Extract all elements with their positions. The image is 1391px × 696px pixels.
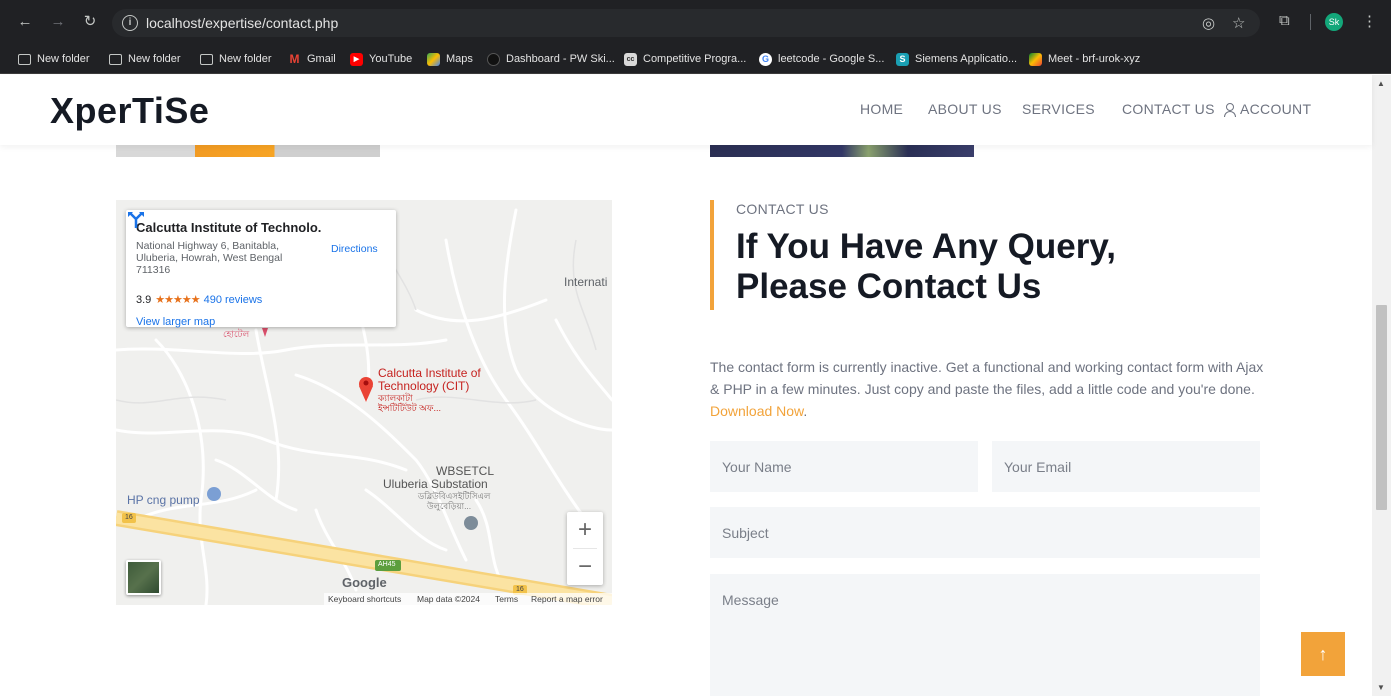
back-to-top-button[interactable]: ↑ xyxy=(1301,632,1345,676)
scroll-thumb[interactable] xyxy=(1376,305,1387,510)
road-badge-16b: 16 xyxy=(516,586,524,593)
section-heading: If You Have Any Query, Please Contact Us xyxy=(736,227,1116,306)
bookmark-youtube[interactable]: ▶ YouTube xyxy=(350,51,412,67)
bookmark-leetcode[interactable]: Gleetcode - Google S... xyxy=(759,51,884,67)
map-label-hotel: হোটেল xyxy=(223,329,250,339)
back-icon[interactable]: ← xyxy=(16,13,34,31)
name-input[interactable] xyxy=(710,441,978,492)
nav-home[interactable]: HOME xyxy=(860,101,903,117)
map-label-international: Internati xyxy=(564,275,608,289)
bookmark-pw-skills[interactable]: Dashboard - PW Ski... xyxy=(487,51,615,67)
satellite-toggle[interactable] xyxy=(126,560,161,595)
download-now-link[interactable]: Download Now xyxy=(710,403,803,419)
form-description: The contact form is currently inactive. … xyxy=(710,359,1264,419)
menu-dots-icon[interactable]: ⋮ xyxy=(1362,12,1377,30)
bookmarks-bar: New folder New folder New folder M Gmail … xyxy=(0,44,1391,74)
place-title: Calcutta Institute of Technolo... xyxy=(136,220,321,235)
pw-icon xyxy=(487,52,500,66)
pin-label: Calcutta Institute of Technology (CIT) xyxy=(378,366,481,393)
siemens-icon: S xyxy=(896,52,909,66)
page-scrollbar[interactable]: ▲ ▼ xyxy=(1372,75,1391,696)
bookmark-gmail[interactable]: M Gmail xyxy=(288,51,336,67)
reload-icon[interactable]: ↻ xyxy=(81,13,99,31)
toolbar-divider xyxy=(1310,14,1311,30)
message-textarea[interactable] xyxy=(710,574,1260,696)
youtube-icon: ▶ xyxy=(350,52,363,66)
bookmark-folder-2[interactable]: New folder xyxy=(109,51,181,67)
map-label-wbsetcl: WBSETCL xyxy=(436,464,495,478)
site-info-icon[interactable]: i xyxy=(122,15,138,31)
bookmark-folder-3[interactable]: New folder xyxy=(200,51,272,67)
team-image-right xyxy=(710,145,974,157)
heading-accent-bar xyxy=(710,200,714,310)
rating-stars-icon: ★★★★★ xyxy=(155,294,200,306)
app: ← → ↻ i localhost/expertise/contact.php … xyxy=(0,0,1391,696)
terms-link[interactable]: Terms xyxy=(495,594,518,604)
forward-icon[interactable]: → xyxy=(49,13,67,31)
map-label-substation: Uluberia Substation xyxy=(383,477,488,491)
extensions-icon[interactable]: ⧉ xyxy=(1279,12,1290,29)
directions-icon[interactable] xyxy=(126,210,146,230)
zoom-out-button[interactable]: − xyxy=(567,549,603,585)
site-header: XperTiSe HOME ABOUT US SERVICES CONTACT … xyxy=(0,75,1372,145)
place-address: National Highway 6, Banitabla, Uluberia,… xyxy=(136,240,283,276)
scroll-down-icon[interactable]: ▼ xyxy=(1377,683,1385,692)
keyboard-shortcuts-link[interactable]: Keyboard shortcuts xyxy=(328,594,401,604)
cc-icon: cc xyxy=(624,52,637,66)
profile-avatar[interactable]: Sk xyxy=(1325,13,1343,31)
team-image-left xyxy=(116,145,380,157)
site-logo[interactable]: XperTiSe xyxy=(50,90,209,132)
user-icon xyxy=(1224,103,1236,117)
gmail-icon: M xyxy=(289,51,300,66)
directions-link[interactable]: Directions xyxy=(331,243,378,255)
map-data-text: Map data ©2024 xyxy=(417,594,480,604)
map-footer: Keyboard shortcuts Map data ©2024 Terms … xyxy=(116,593,612,605)
map-zoom-controls: + − xyxy=(567,512,603,585)
map-label-hp-pump: HP cng pump xyxy=(127,493,200,507)
nav-about[interactable]: ABOUT US xyxy=(928,101,1002,117)
browser-toolbar: ← → ↻ i localhost/expertise/contact.php … xyxy=(0,0,1391,44)
zoom-in-button[interactable]: + xyxy=(567,512,603,548)
eye-off-icon[interactable]: ◎ xyxy=(1202,14,1215,32)
folder-icon xyxy=(200,53,213,65)
report-map-error-link[interactable]: Report a map error xyxy=(531,594,603,604)
maps-icon xyxy=(427,52,440,66)
bookmark-meet[interactable]: Meet - brf-urok-xyz xyxy=(1029,51,1140,67)
nav-services[interactable]: SERVICES xyxy=(1022,101,1095,117)
embedded-map[interactable]: Calcutta Institute of Technolo... Nation… xyxy=(116,200,612,605)
google-logo: Google xyxy=(342,575,387,590)
place-info-card: Calcutta Institute of Technolo... Nation… xyxy=(126,210,396,328)
pin-label-bengali: ক্যালকাটা ইন্সটিটিউট অফ... xyxy=(378,393,442,413)
subject-input[interactable] xyxy=(710,507,1260,558)
place-rating: 3.9 ★★★★★ 490 reviews xyxy=(136,294,263,306)
reviews-link[interactable]: 490 reviews xyxy=(204,294,263,306)
bookmark-folder-1[interactable]: New folder xyxy=(18,51,90,67)
road-badge-ah45: AH45 xyxy=(378,561,396,568)
meet-icon xyxy=(1029,52,1042,66)
road-badge-16: 16 xyxy=(125,514,133,521)
nav-account[interactable]: ACCOUNT xyxy=(1224,101,1311,117)
map-label-wbsetcl-bn2: উলুবেড়িয়া... xyxy=(427,501,472,511)
view-larger-map-link[interactable]: View larger map xyxy=(136,316,215,328)
address-bar[interactable]: i localhost/expertise/contact.php ◎ ☆ xyxy=(112,9,1260,37)
section-eyebrow: CONTACT US xyxy=(736,201,829,217)
email-input[interactable] xyxy=(992,441,1260,492)
bookmark-competitive[interactable]: cc Competitive Progra... xyxy=(624,51,746,67)
google-icon: G xyxy=(759,52,772,66)
nav-contact[interactable]: CONTACT US xyxy=(1122,101,1215,117)
scroll-up-icon[interactable]: ▲ xyxy=(1377,79,1385,88)
folder-icon xyxy=(18,53,31,65)
url-text: localhost/expertise/contact.php xyxy=(146,15,339,31)
star-icon[interactable]: ☆ xyxy=(1232,14,1245,32)
folder-icon xyxy=(109,53,122,65)
bookmark-siemens[interactable]: S Siemens Applicatio... xyxy=(896,51,1017,67)
bookmark-maps[interactable]: Maps xyxy=(427,51,473,67)
